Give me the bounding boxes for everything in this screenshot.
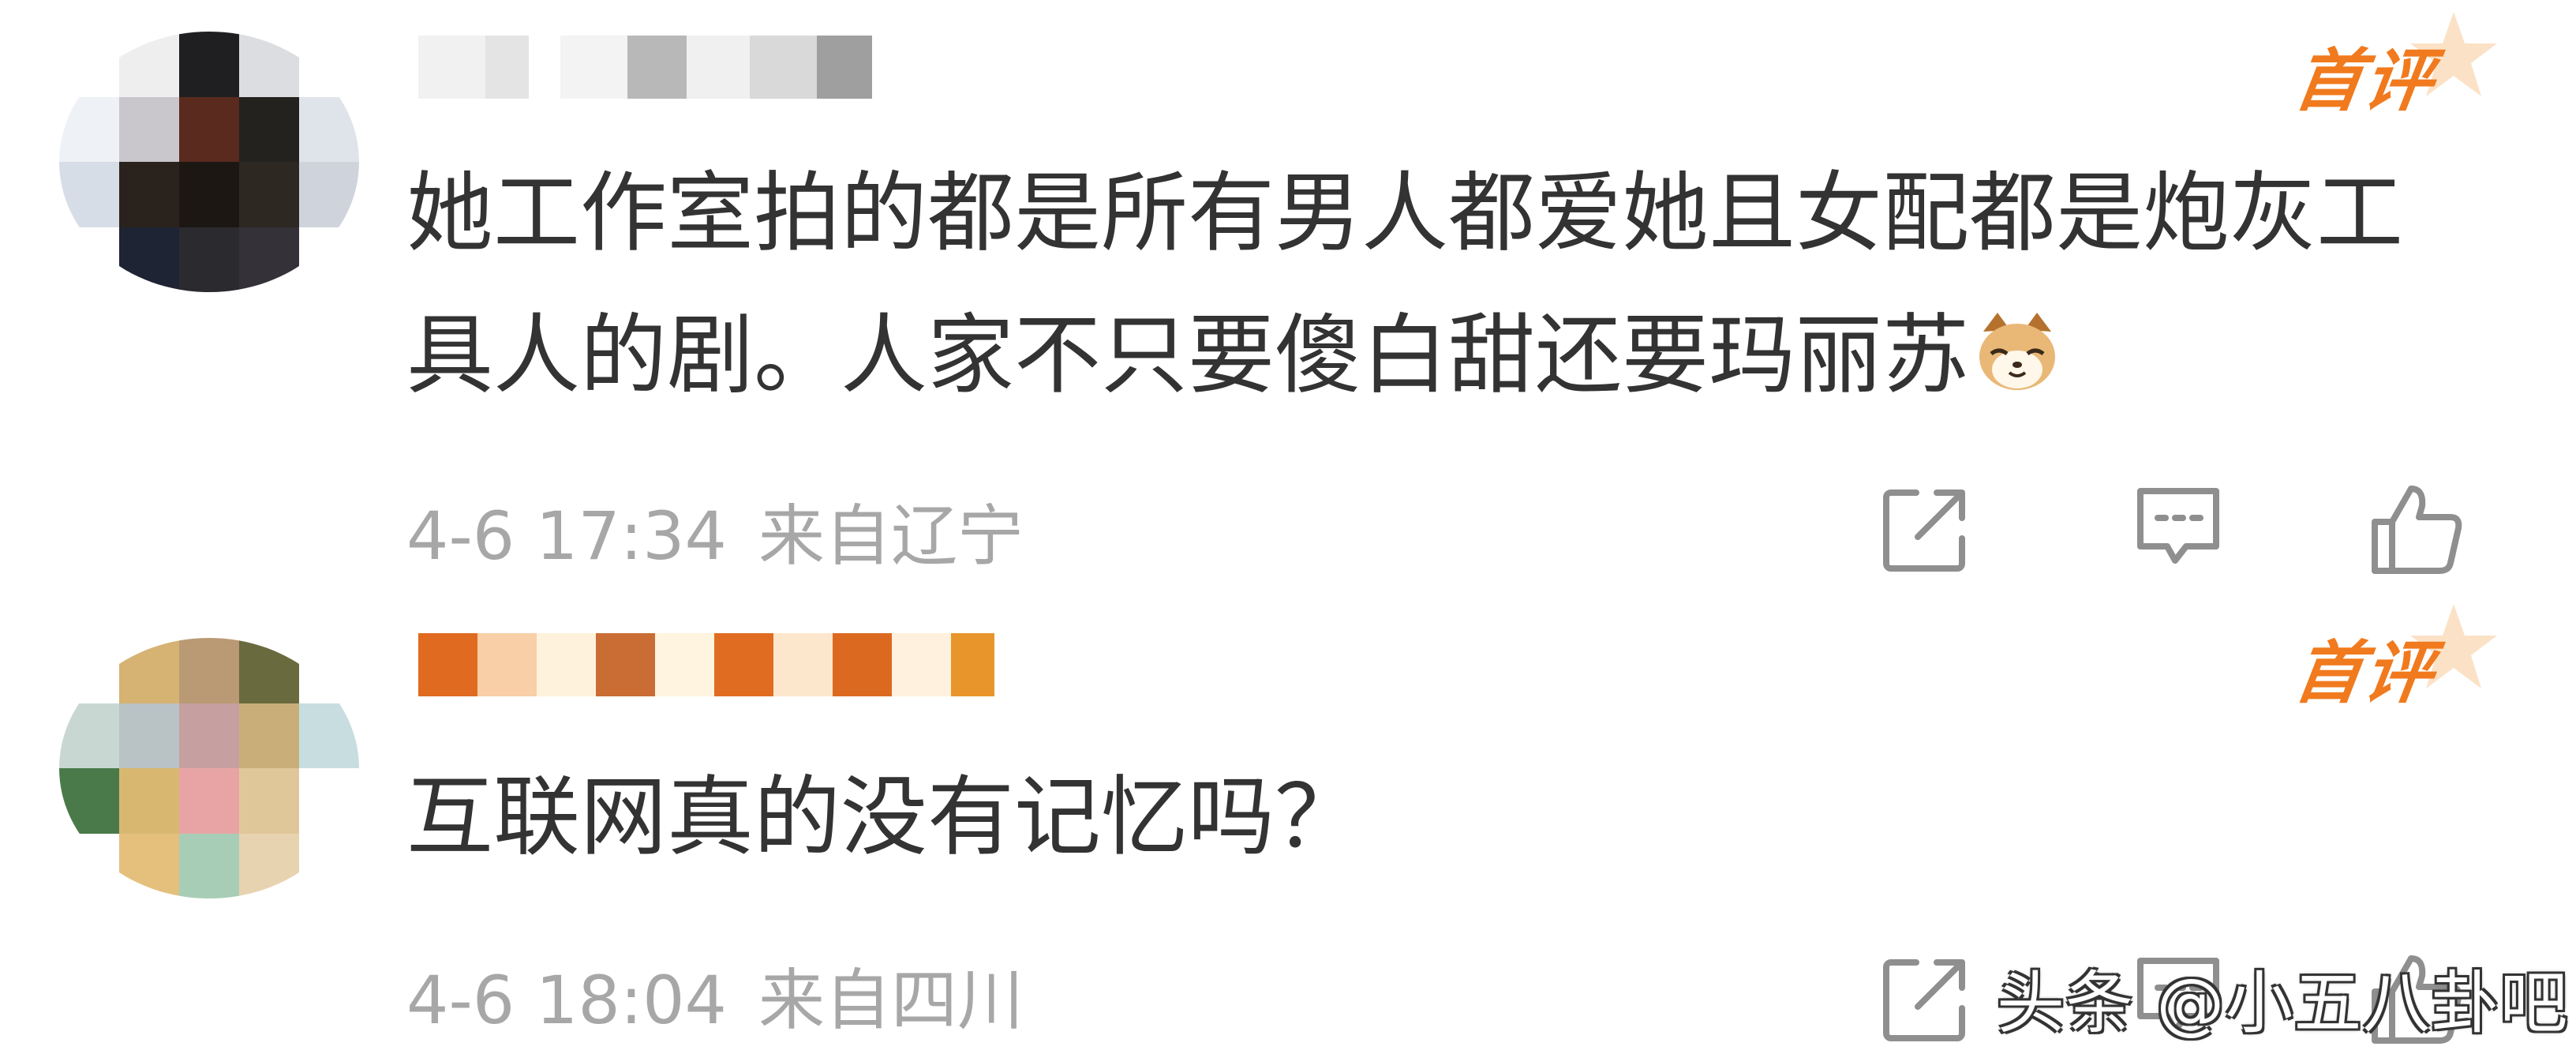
share-button[interactable] <box>1870 943 1981 1054</box>
reply-button[interactable] <box>2123 474 2233 584</box>
comment-item: 首评 她工作室拍的都是所有男人都爱她且女配都是炮灰工具人的剧。人家不只要傻白甜还… <box>0 0 2576 584</box>
badge-label: 首评 <box>2289 42 2439 121</box>
comment-content: 她工作室拍的都是所有男人都爱她且女配都是炮灰工具人的剧。人家不只要傻白甜还要玛丽… <box>406 142 2474 426</box>
comment-location: 来自辽宁 <box>758 497 1024 575</box>
first-comment-badge: 首评 <box>2290 12 2497 121</box>
comment-meta: 4-6 18:04 来自四川 <box>406 947 1024 1043</box>
badge-label: 首评 <box>2289 634 2439 713</box>
comment-time: 4-6 18:04 <box>406 962 727 1039</box>
share-button[interactable] <box>1870 474 1981 584</box>
share-icon <box>1883 489 1965 572</box>
username-pixelated[interactable] <box>418 633 1018 696</box>
username-pixelated[interactable] <box>418 36 994 99</box>
comment-text: 互联网真的没有记忆吗？ <box>406 767 1361 868</box>
comment-actions <box>1870 474 2486 584</box>
share-icon <box>1883 959 1965 1041</box>
watermark: 头条 @小五八卦吧 <box>1997 964 2569 1043</box>
comment-icon <box>2137 488 2219 564</box>
avatar[interactable] <box>59 32 359 292</box>
comment-time: 4-6 17:34 <box>406 497 727 575</box>
cat-face-emoji-icon <box>1974 294 2061 390</box>
like-button[interactable] <box>2360 474 2470 584</box>
comment-content: 互联网真的没有记忆吗？ <box>406 746 2474 888</box>
thumbs-up-icon <box>2372 486 2462 574</box>
comment-location: 来自四川 <box>758 962 1024 1039</box>
first-comment-badge: 首评 <box>2290 604 2497 713</box>
comment-meta: 4-6 17:34 来自辽宁 <box>406 483 1024 579</box>
avatar[interactable] <box>59 638 359 898</box>
comment-text: 她工作室拍的都是所有男人都爱她且女配都是炮灰工具人的剧。人家不只要傻白甜还要玛丽… <box>406 163 2403 406</box>
